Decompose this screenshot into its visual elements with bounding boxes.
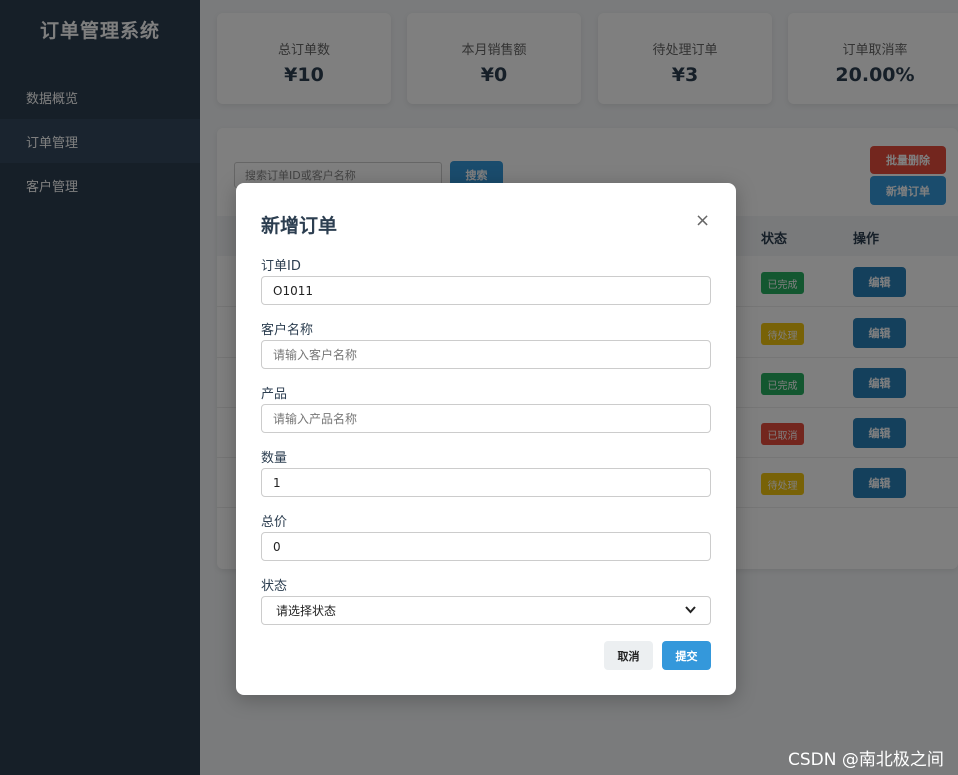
product-input[interactable] [261, 404, 711, 433]
quantity-label: 数量 [261, 451, 288, 466]
total-price-label: 总价 [261, 515, 288, 530]
status-select[interactable]: 请选择状态 [261, 596, 711, 625]
customer-name-input[interactable] [261, 340, 711, 369]
close-icon[interactable]: × [695, 210, 710, 231]
new-order-modal: 新增订单 × 订单ID 客户名称 产品 数量 总价 状态 请选择状态 取消 提交 [236, 183, 736, 695]
product-label: 产品 [261, 387, 288, 402]
quantity-input[interactable] [261, 468, 711, 497]
order-id-label: 订单ID [261, 259, 301, 274]
status-select-value: 请选择状态 [276, 604, 337, 618]
modal-title: 新增订单 [261, 215, 338, 237]
submit-button[interactable]: 提交 [662, 641, 711, 670]
chevron-down-icon [685, 604, 696, 617]
cancel-button[interactable]: 取消 [604, 641, 653, 670]
status-label: 状态 [261, 579, 288, 594]
watermark: CSDN @南北极之间 [788, 750, 944, 770]
total-price-input[interactable] [261, 532, 711, 561]
customer-name-label: 客户名称 [261, 323, 314, 338]
order-id-input[interactable] [261, 276, 711, 305]
